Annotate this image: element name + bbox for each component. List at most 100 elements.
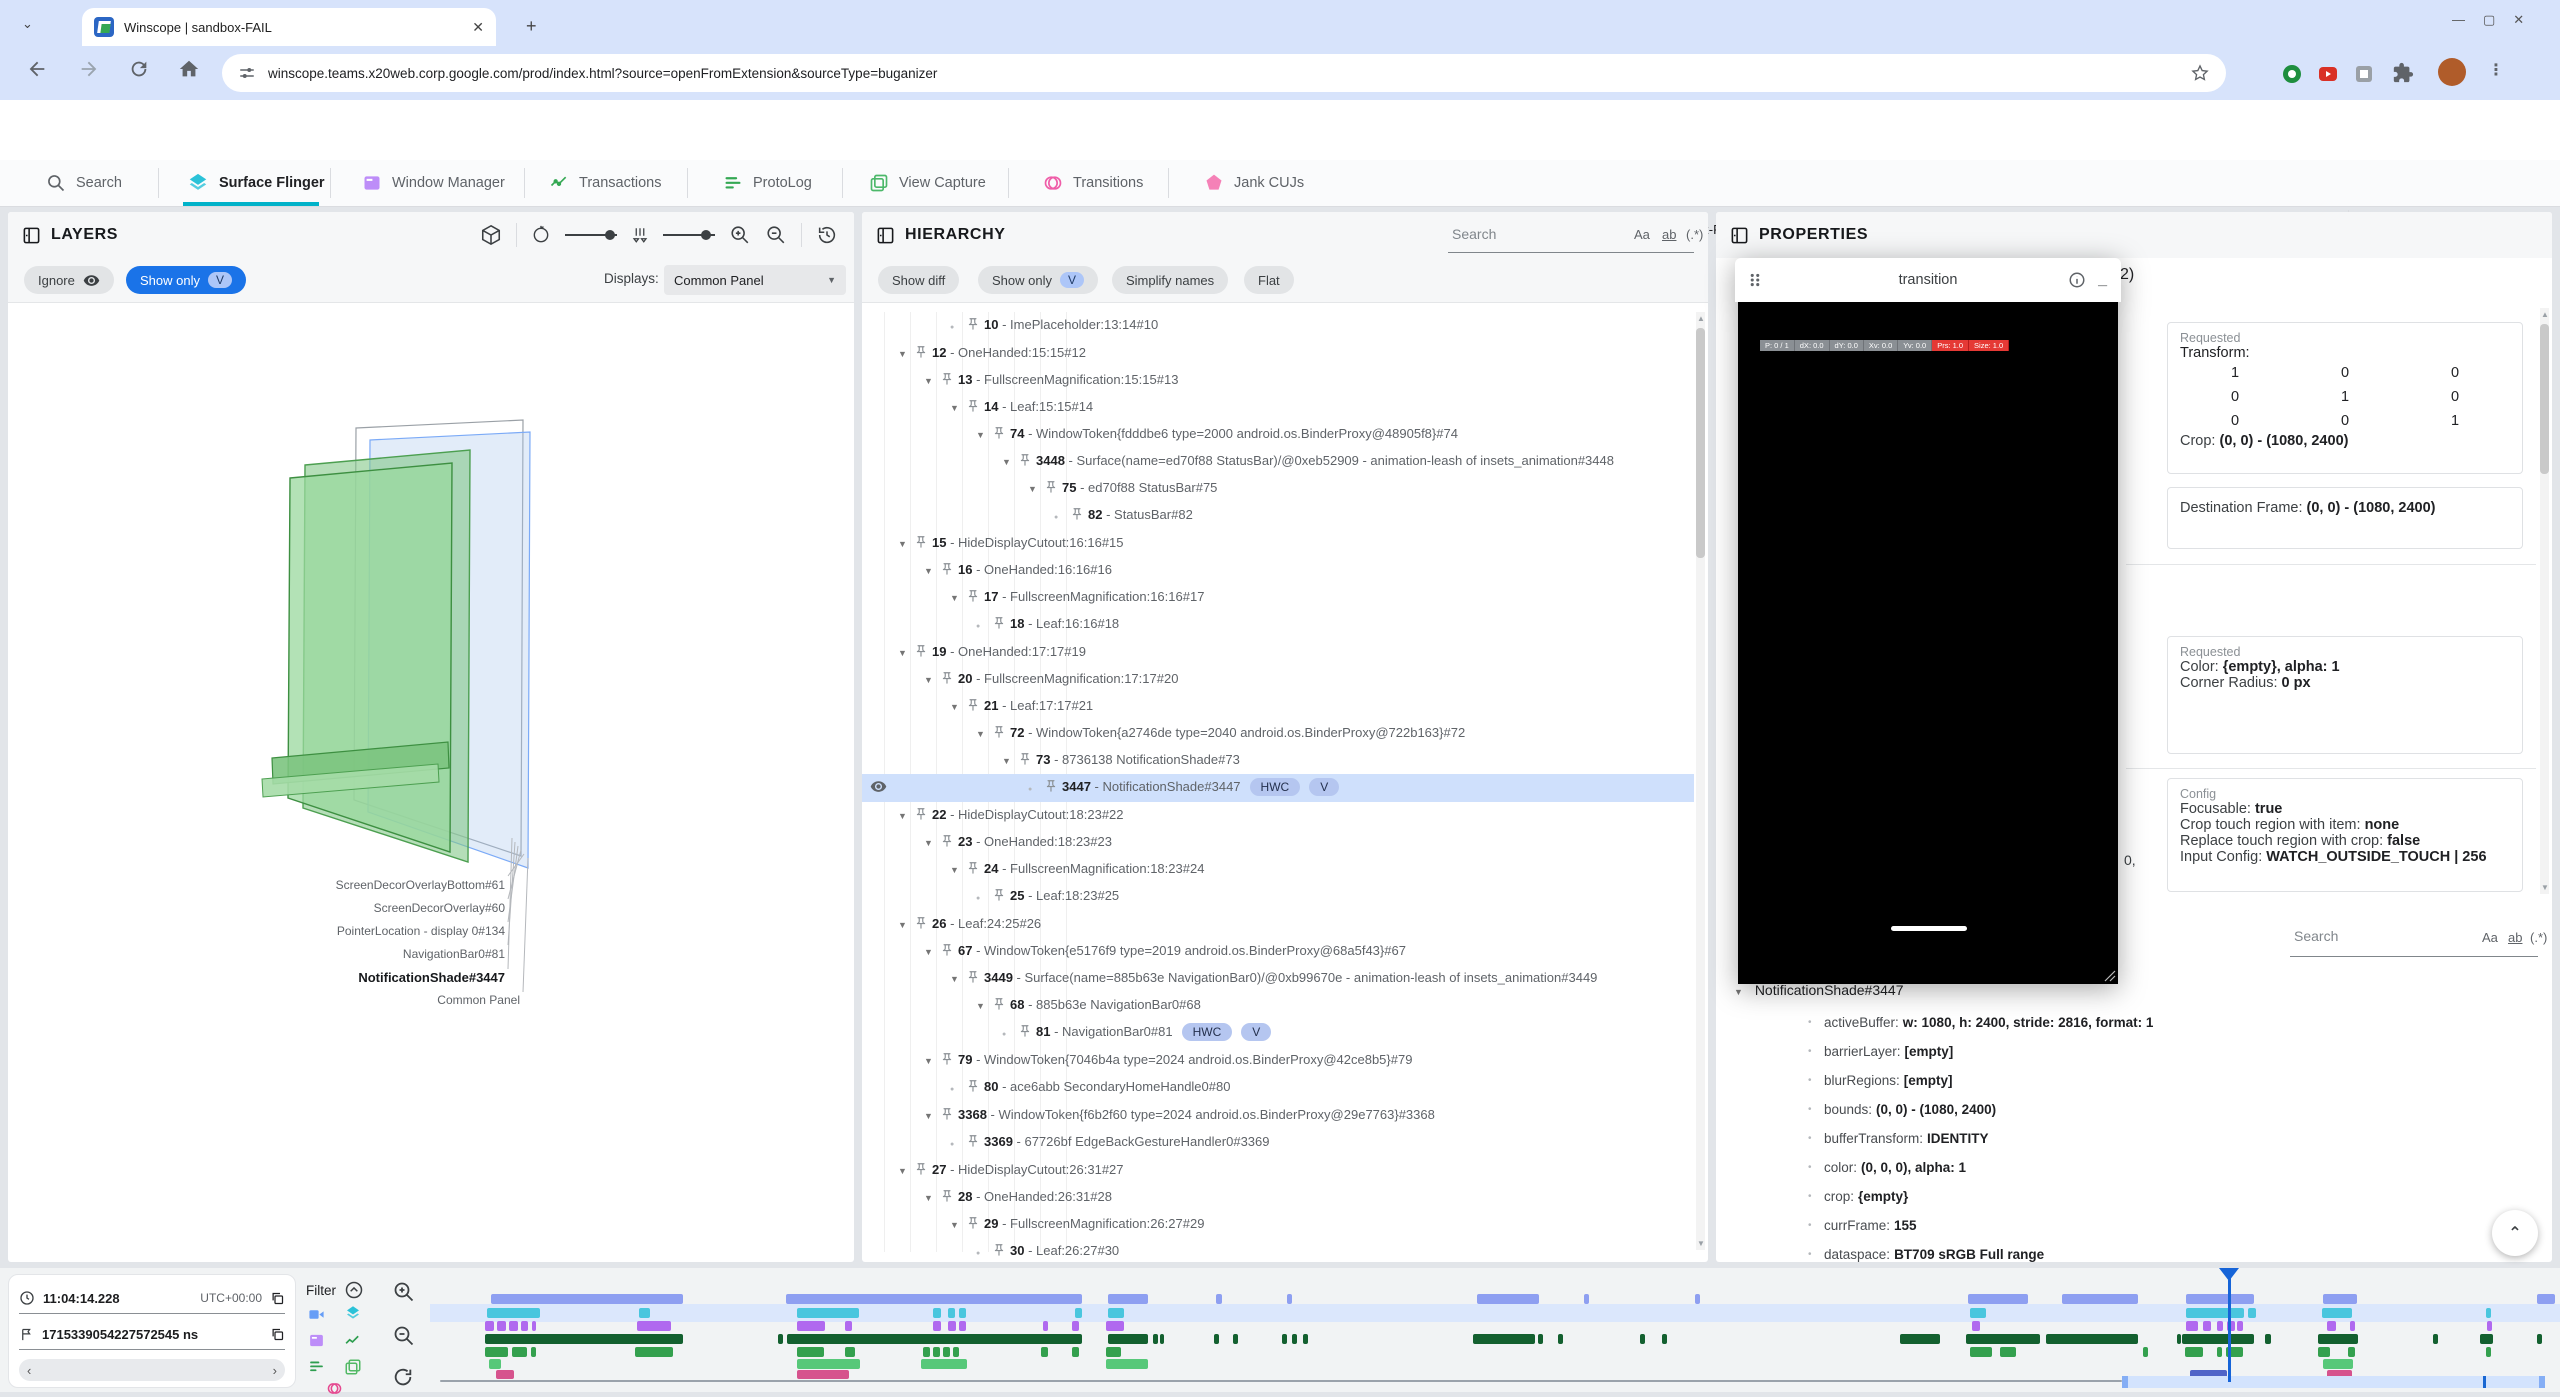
expand-arrow-icon[interactable]: ▼ xyxy=(924,1186,940,1211)
timeline-zoom-reset[interactable] xyxy=(392,1366,414,1388)
timeline-segment[interactable] xyxy=(1106,1321,1124,1331)
timeline-segment[interactable] xyxy=(1106,1359,1148,1369)
hierarchy-row-24[interactable]: ▼24 - FullscreenMagnification:18:23#24 xyxy=(862,856,1694,883)
hierarchy-row-29[interactable]: ▼29 - FullscreenMagnification:26:27#29 xyxy=(862,1211,1694,1238)
timeline-segment[interactable] xyxy=(496,1370,514,1379)
timeline-segment[interactable] xyxy=(512,1347,527,1357)
expand-arrow-icon[interactable]: ▼ xyxy=(898,804,914,829)
zoom-out-icon[interactable] xyxy=(765,224,787,246)
property-item[interactable]: blurRegions:[empty] xyxy=(1716,1066,2548,1095)
expand-arrow-icon[interactable]: ▼ xyxy=(976,994,992,1019)
tab-protolog[interactable]: ProtoLog xyxy=(723,160,812,206)
timeline-segment[interactable] xyxy=(948,1308,955,1318)
timeline-segment[interactable] xyxy=(485,1321,494,1331)
show-only-v-button[interactable]: Show only V xyxy=(978,266,1098,294)
ns-time-input[interactable]: 1715339054227572545 ns xyxy=(19,1319,285,1350)
tab-jank-cujs[interactable]: Jank CUJs xyxy=(1204,160,1304,206)
transition-overlay-window[interactable]: transition _ P: 0 / 1dX: 0.0dY: 0.0Xv: 0… xyxy=(1735,258,2121,988)
expand-arrow-icon[interactable]: ▼ xyxy=(976,722,992,747)
match-case-toggle[interactable]: Aa xyxy=(1634,227,1650,242)
timeline-segment[interactable] xyxy=(2350,1321,2355,1331)
timeline-segment[interactable] xyxy=(2046,1334,2138,1344)
spacing-slider[interactable] xyxy=(663,234,715,236)
hierarchy-row-82[interactable]: ●82 - StatusBar#82 xyxy=(862,502,1694,530)
timeline-segment[interactable] xyxy=(2186,1294,2254,1304)
timeline-segment[interactable] xyxy=(1108,1334,1148,1344)
forward-icon[interactable] xyxy=(78,58,100,80)
timeline-segment[interactable] xyxy=(1106,1347,1121,1357)
hierarchy-row-22[interactable]: ▼22 - HideDisplayCutout:18:23#22 xyxy=(862,802,1694,829)
timeline-segment[interactable] xyxy=(923,1347,930,1357)
hierarchy-row-67[interactable]: ▼67 - WindowToken{e5176f9 type=2019 andr… xyxy=(862,938,1694,965)
frame-step-scrollbar[interactable]: ‹ › xyxy=(19,1359,285,1381)
hierarchy-row-27[interactable]: ▼27 - HideDisplayCutout:26:31#27 xyxy=(862,1157,1694,1184)
flat-button[interactable]: Flat xyxy=(1244,266,1294,294)
hierarchy-row-25[interactable]: ●25 - Leaf:18:23#25 xyxy=(862,883,1694,911)
timeline-segment[interactable] xyxy=(845,1347,855,1357)
timeline-segment[interactable] xyxy=(489,1359,501,1369)
regex-toggle[interactable]: (.*) xyxy=(2530,930,2547,945)
expand-arrow-icon[interactable]: ▼ xyxy=(924,559,940,584)
expand-arrow-icon[interactable]: ▼ xyxy=(924,369,940,394)
timeline-segment[interactable] xyxy=(797,1347,824,1357)
timeline-segment[interactable] xyxy=(485,1347,508,1357)
expand-arrow-icon[interactable]: ▼ xyxy=(950,858,966,883)
timeline-segment[interactable] xyxy=(1041,1347,1048,1357)
trace-icon-surface-flinger[interactable] xyxy=(344,1304,362,1322)
timeline-segment[interactable] xyxy=(797,1359,860,1369)
timeline-segment[interactable] xyxy=(1970,1347,1992,1357)
3d-view-icon[interactable] xyxy=(480,224,502,246)
timeline-segment[interactable] xyxy=(1900,1334,1940,1344)
timeline-segment[interactable] xyxy=(1970,1308,1986,1318)
timeline-segment[interactable] xyxy=(1640,1334,1645,1344)
hierarchy-row-68[interactable]: ▼68 - 885b63e NavigationBar0#68 xyxy=(862,992,1694,1019)
trace-icon-transitions[interactable] xyxy=(326,1380,343,1397)
layer-label[interactable]: ScreenDecorOverlay#60 xyxy=(374,901,505,915)
timeline-segment[interactable] xyxy=(2265,1334,2271,1344)
tab-window-manager[interactable]: Window Manager xyxy=(362,160,505,206)
expand-arrow-icon[interactable]: ▼ xyxy=(924,1104,940,1129)
brush-handle-left[interactable] xyxy=(2122,1376,2128,1388)
timeline-segment[interactable] xyxy=(933,1321,941,1331)
timeline-segment[interactable] xyxy=(531,1347,536,1357)
expand-arrow-icon[interactable]: ▼ xyxy=(950,396,966,421)
timeline-segment[interactable] xyxy=(778,1334,783,1344)
show-only-v-button[interactable]: Show only V xyxy=(126,266,246,294)
layer-label[interactable]: NavigationBar0#81 xyxy=(403,947,505,961)
site-info-icon[interactable] xyxy=(238,64,256,82)
timeline-segment[interactable] xyxy=(953,1347,959,1357)
timeline-segment[interactable] xyxy=(797,1370,849,1379)
timeline-segment[interactable] xyxy=(797,1321,825,1331)
timeline-segment[interactable] xyxy=(959,1321,966,1331)
tab-surface-flinger[interactable]: Surface Flinger xyxy=(187,160,325,206)
properties-scrollbar[interactable]: ▲ ▼ xyxy=(2540,308,2549,894)
tab-view-capture[interactable]: View Capture xyxy=(869,160,986,206)
tab-transactions[interactable]: Transactions xyxy=(549,160,661,206)
expand-arrow-icon[interactable]: ▼ xyxy=(1002,450,1018,475)
hierarchy-row-80[interactable]: ●80 - ace6abb SecondaryHomeHandle0#80 xyxy=(862,1074,1694,1102)
timeline-segment[interactable] xyxy=(1972,1321,1980,1331)
timeline-segment[interactable] xyxy=(635,1347,673,1357)
brush-window[interactable] xyxy=(2122,1376,2545,1388)
timeline-segment[interactable] xyxy=(2480,1334,2493,1344)
expand-arrow-icon[interactable]: ▼ xyxy=(976,423,992,448)
ignore-button[interactable]: Ignore xyxy=(24,266,114,294)
hierarchy-row-12[interactable]: ▼12 - OneHanded:15:15#12 xyxy=(862,340,1694,367)
browser-menu-icon[interactable]: ⋮ xyxy=(2488,60,2504,80)
hierarchy-row-13[interactable]: ▼13 - FullscreenMagnification:15:15#13 xyxy=(862,367,1694,394)
timeline-segment[interactable] xyxy=(1303,1334,1308,1344)
timeline-segment[interactable] xyxy=(1216,1294,1222,1304)
hierarchy-row-75[interactable]: ▼75 - ed70f88 StatusBar#75 xyxy=(862,475,1694,502)
timeline-segment[interactable] xyxy=(1477,1294,1539,1304)
minimize-icon[interactable]: _ xyxy=(2098,271,2107,289)
layer-label[interactable]: ScreenDecorOverlayBottom#61 xyxy=(336,878,505,892)
timeline-segment[interactable] xyxy=(2348,1347,2355,1357)
timeline-segment[interactable] xyxy=(521,1321,528,1331)
trace-icon-screen-recording[interactable] xyxy=(308,1306,325,1323)
timeline-segment[interactable] xyxy=(2322,1308,2352,1318)
timeline-segment[interactable] xyxy=(1662,1334,1667,1344)
timeline-segment[interactable] xyxy=(2177,1334,2181,1344)
timeline-segment[interactable] xyxy=(2323,1359,2353,1369)
timeline-segment[interactable] xyxy=(1072,1321,1079,1331)
timeline-segment[interactable] xyxy=(2186,1321,2198,1331)
